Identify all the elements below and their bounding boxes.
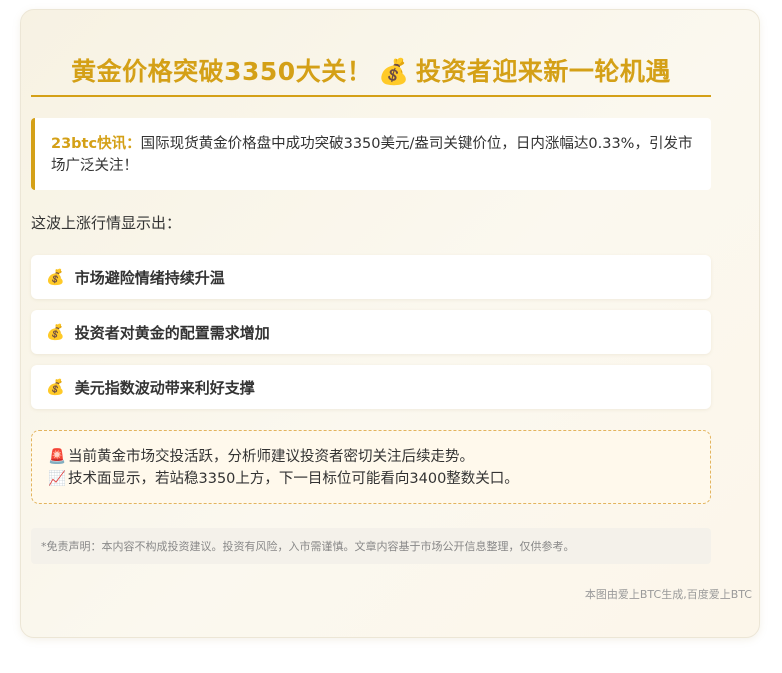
key-point-2: 💰 投资者对黄金的配置需求增加 xyxy=(31,310,711,354)
siren-icon: 🚨 xyxy=(48,449,67,465)
analysis-line-1: 🚨 当前黄金市场交投活跃，分析师建议投资者密切关注后续走势。 xyxy=(48,446,694,468)
analysis-text: 技术面显示，若站稳3350上方，下一目标位可能看向3400整数关口。 xyxy=(68,471,519,487)
analysis-text: 当前黄金市场交投活跃，分析师建议投资者密切关注后续走势。 xyxy=(68,449,474,465)
chart-increasing-icon: 📈 xyxy=(48,471,67,487)
flash-news-box: 23btc快讯：国际现货黄金价格盘中成功突破3350美元/盎司关键价位，日内涨幅… xyxy=(31,118,711,190)
money-bag-icon: 💰 xyxy=(46,323,65,341)
disclaimer: *免责声明：本内容不构成投资建议。投资有风险，入市需谨慎。文章内容基于市场公开信… xyxy=(31,528,711,564)
analysis-box: 🚨 当前黄金市场交投活跃，分析师建议投资者密切关注后续走势。 📈 技术面显示，若站稳… xyxy=(31,430,711,504)
footer-credit: 本图由爱上BTC生成,百度爱上BTC xyxy=(584,588,752,601)
money-bag-icon: 💰 xyxy=(378,57,410,86)
headline: 黄金价格突破3350大关！ 💰 投资者迎来新一轮机遇 xyxy=(31,52,711,88)
flash-source-label: 23btc快讯： xyxy=(51,136,141,152)
key-point-label: 投资者对黄金的配置需求增加 xyxy=(74,323,270,342)
money-bag-icon: 💰 xyxy=(46,378,65,396)
intro-text: 这波上涨行情显示出： xyxy=(31,214,182,232)
flash-news-text: 国际现货黄金价格盘中成功突破3350美元/盎司关键价位，日内涨幅达0.33%，引… xyxy=(51,136,693,174)
disclaimer-text: *免责声明：本内容不构成投资建议。投资有风险，入市需谨慎。文章内容基于市场公开信… xyxy=(41,540,575,553)
headline-divider xyxy=(31,95,711,97)
key-point-label: 美元指数波动带来利好支撑 xyxy=(74,378,255,397)
key-point-1: 💰 市场避险情绪持续升温 xyxy=(31,255,711,299)
key-point-3: 💰 美元指数波动带来利好支撑 xyxy=(31,365,711,409)
headline-part-1: 黄金价格突破3350大关！ xyxy=(71,57,373,86)
key-point-label: 市场避险情绪持续升温 xyxy=(74,268,225,287)
analysis-line-2: 📈 技术面显示，若站稳3350上方，下一目标位可能看向3400整数关口。 xyxy=(48,468,694,490)
money-bag-icon: 💰 xyxy=(46,268,65,286)
headline-part-2: 投资者迎来新一轮机遇 xyxy=(415,57,671,86)
